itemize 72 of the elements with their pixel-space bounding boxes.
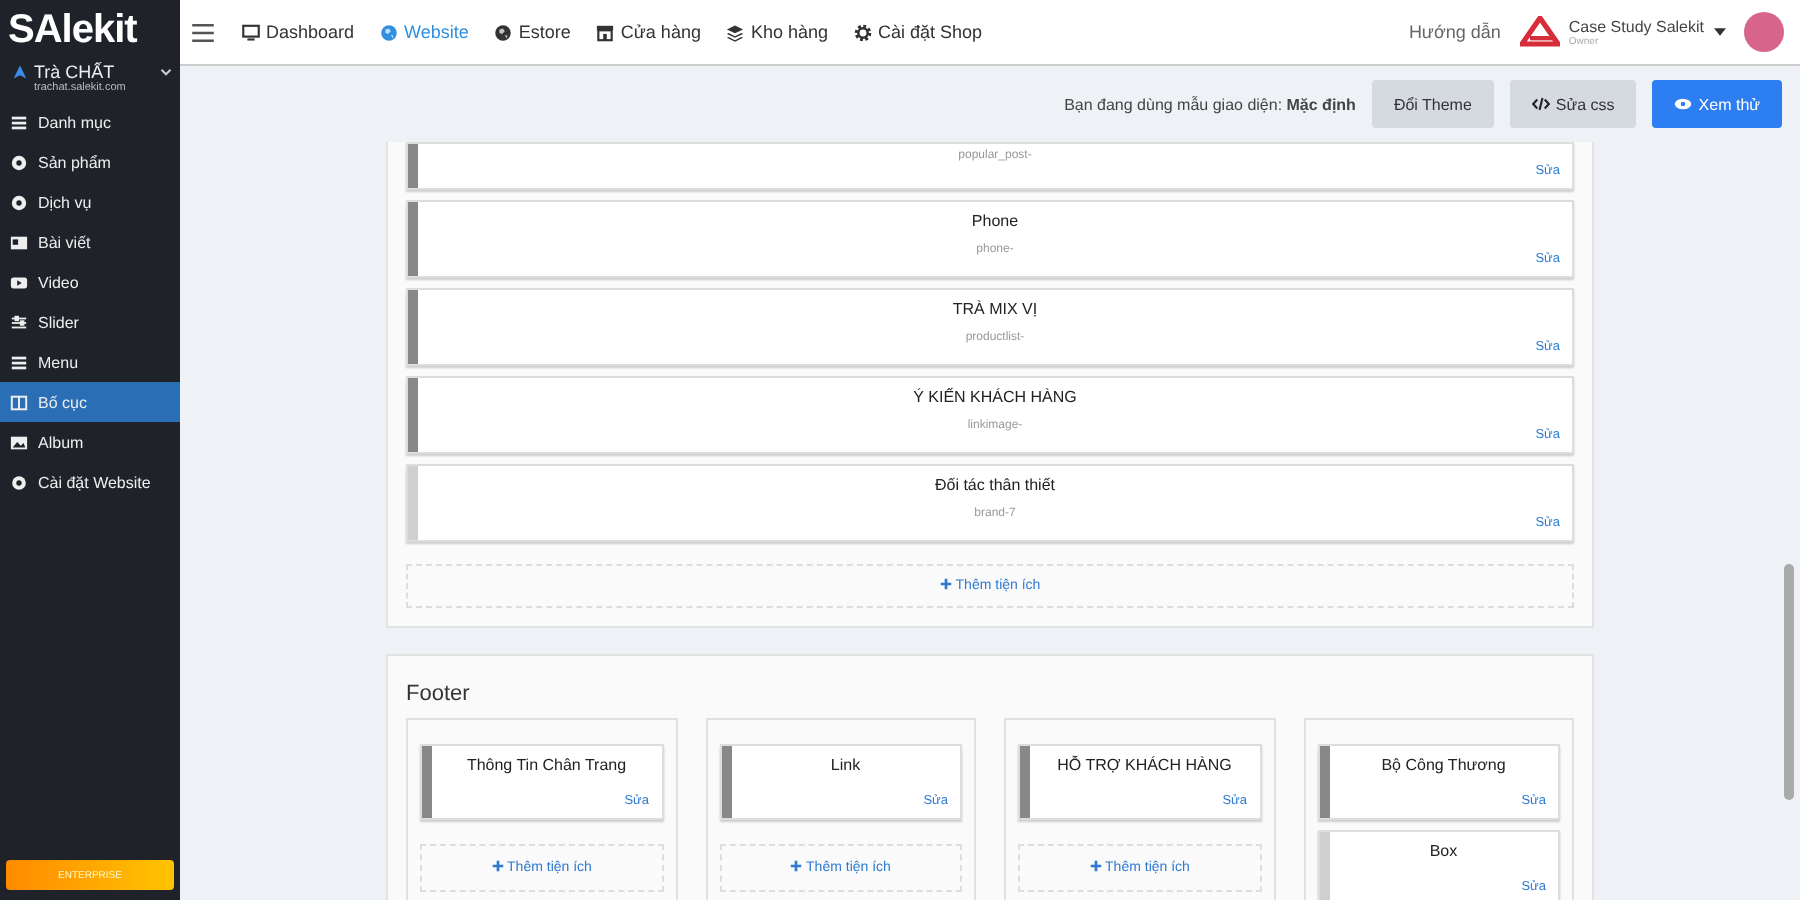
drag-handle[interactable] (1319, 746, 1329, 818)
plus-icon (939, 578, 952, 591)
list-icon (10, 353, 28, 371)
widget-title: Đối tác thân thiết (932, 476, 1058, 494)
news-icon (10, 233, 28, 251)
drag-handle[interactable] (721, 746, 731, 818)
nav-tab[interactable]: Dashboard (242, 22, 355, 42)
widget-title: Box (1427, 842, 1460, 860)
circle-icon (10, 153, 28, 171)
list-icon (10, 113, 28, 131)
theme-info-text: Bạn đang dùng mẫu giao diện: Mặc định (1064, 95, 1356, 113)
sidebar-item[interactable]: Cài đặt Website (0, 462, 180, 502)
globe-icon (494, 23, 513, 41)
scrollbar-thumb[interactable] (1784, 564, 1794, 800)
company-logo-icon (1520, 16, 1561, 48)
widget-title: Ý KIẾN KHÁCH HÀNG (911, 388, 1079, 406)
store-name[interactable]: Trà CHẤT (34, 62, 154, 82)
widget-title: Phone (969, 212, 1021, 230)
sidebar-item[interactable]: Sản phẩm (0, 142, 180, 182)
sidebar-item[interactable]: Album (0, 422, 180, 462)
stack-icon (726, 23, 745, 41)
change-theme-button[interactable]: Đổi Theme (1371, 80, 1494, 128)
drag-handle[interactable] (408, 144, 418, 188)
nav-tab[interactable]: Cửa hàng (596, 22, 701, 42)
drag-handle[interactable] (1319, 832, 1329, 900)
circle-icon (10, 193, 28, 211)
caret-icon[interactable] (160, 68, 172, 76)
globe-icon (380, 23, 399, 41)
plus-icon (491, 860, 504, 873)
edit-css-button[interactable]: Sửa css (1509, 80, 1637, 128)
nav-tab[interactable]: Kho hàng (726, 22, 829, 42)
gear-icon (10, 473, 28, 491)
menu-icon[interactable] (192, 23, 214, 41)
triangle-icon (12, 64, 28, 80)
eye-icon (1674, 96, 1693, 112)
logo[interactable]: SAlekit (0, 0, 180, 58)
preview-button[interactable]: Xem thử (1652, 80, 1782, 128)
drag-handle[interactable] (422, 746, 432, 818)
sidebar-item[interactable]: Slider (0, 302, 180, 342)
image-icon (10, 433, 28, 451)
widget-title: Bộ Công Thương (1379, 756, 1508, 774)
widget-title: TRÀ MIX VỊ (950, 300, 1040, 318)
columns-icon (10, 393, 28, 411)
widget-title: Thông Tin Chân Trang (464, 756, 629, 774)
sidebar-item[interactable]: Video (0, 262, 180, 302)
section-title: Footer (406, 682, 472, 706)
nav-tab[interactable]: Estore (494, 22, 571, 42)
caret-icon[interactable] (1714, 28, 1726, 36)
sliders-icon (10, 313, 28, 331)
drag-handle[interactable] (408, 378, 418, 452)
drag-handle[interactable] (408, 202, 418, 276)
drag-handle[interactable] (408, 290, 418, 364)
sidebar-item[interactable]: Dịch vụ (0, 182, 180, 222)
video-icon (10, 273, 28, 291)
plus-icon (790, 860, 803, 873)
account-name[interactable]: Case Study Salekit (1568, 17, 1704, 35)
sidebar-item[interactable]: Bài viết (0, 222, 180, 262)
drag-handle[interactable] (1020, 746, 1030, 818)
sidebar-item[interactable]: Menu (0, 342, 180, 382)
plus-icon (1089, 860, 1102, 873)
sidebar-item[interactable]: Danh mục (0, 102, 180, 142)
avatar[interactable] (1744, 12, 1784, 52)
nav-tab[interactable]: Cài đặt Shop (854, 22, 983, 42)
code-icon (1531, 96, 1550, 112)
store-icon (596, 23, 615, 41)
sidebar-item[interactable]: Bố cục (0, 382, 180, 422)
widget-title: HỖ TRỢ KHÁCH HÀNG (1055, 756, 1234, 774)
gear-icon (854, 23, 873, 41)
monitor-icon (242, 23, 260, 41)
help-link[interactable]: Hướng dẫn (1408, 22, 1501, 42)
widget-title: Link (828, 756, 863, 774)
drag-handle[interactable] (408, 466, 418, 540)
